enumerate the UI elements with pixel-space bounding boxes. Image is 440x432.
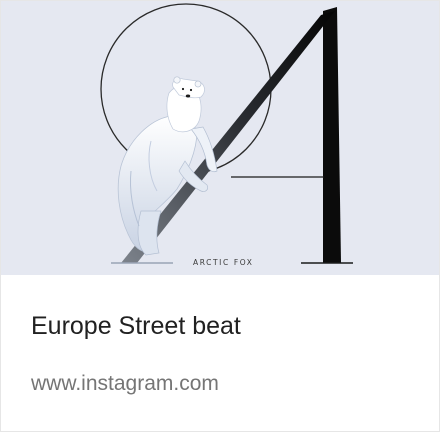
- preview-image[interactable]: ARCTIC FOX: [1, 1, 439, 275]
- caption-tag: ARCTIC FOX: [193, 258, 254, 267]
- polar-bear-letter-illustration: ARCTIC FOX: [100, 3, 353, 267]
- source-domain: www.instagram.com: [31, 372, 219, 395]
- link-preview-card[interactable]: ARCTIC FOX Europe Street beat www.instag…: [0, 0, 440, 432]
- letter-stem: [323, 7, 341, 263]
- card-title[interactable]: Europe Street beat: [31, 312, 241, 341]
